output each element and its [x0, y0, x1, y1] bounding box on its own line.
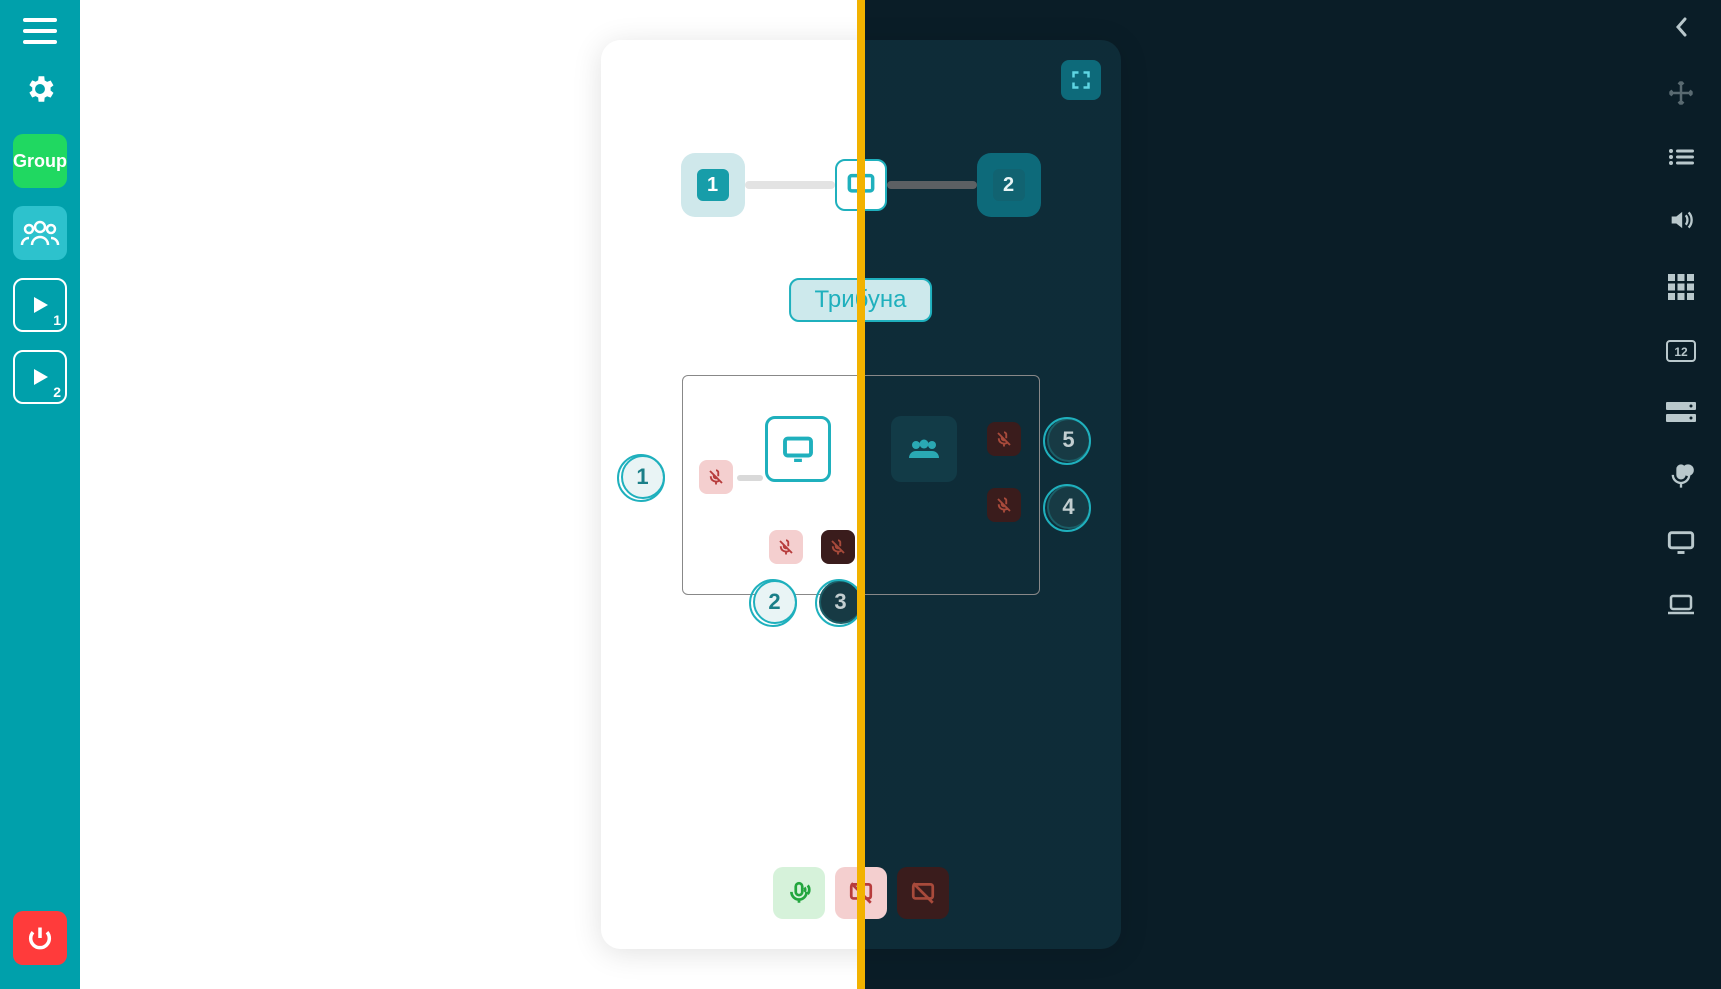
scene-1-sub: 1: [53, 312, 61, 328]
seat-2-mic-muted[interactable]: [769, 530, 803, 564]
main-stage-area: 1 2 Трибуна: [80, 0, 1641, 989]
seat-1-mic-muted[interactable]: [699, 460, 733, 494]
scene-2-sub: 2: [53, 384, 61, 400]
settings-button[interactable]: [13, 62, 67, 116]
device-rack-icon: [1666, 402, 1696, 422]
scene-1-button[interactable]: 1: [13, 278, 67, 332]
participants-button[interactable]: [13, 206, 67, 260]
play-icon: [30, 295, 50, 315]
mic-off-icon: [777, 538, 795, 556]
move-tool[interactable]: [1666, 78, 1696, 108]
connection-line: [887, 181, 977, 189]
laptop-icon: [1666, 594, 1696, 616]
connection-line: [745, 181, 835, 189]
seat-5-mic-muted[interactable]: [987, 422, 1021, 456]
monitor-tool[interactable]: [1666, 530, 1696, 554]
people-icon: [20, 218, 60, 248]
calendar12-icon: 12: [1666, 340, 1696, 362]
mic-off-icon: [995, 430, 1013, 448]
group-icon: [907, 438, 941, 460]
grid-tool[interactable]: [1666, 274, 1696, 300]
play-icon: [30, 367, 50, 387]
mic-info-tool[interactable]: i: [1666, 462, 1696, 490]
stage-group-button[interactable]: [891, 416, 957, 482]
seat-5[interactable]: 5: [1047, 418, 1091, 462]
grid-icon: [1668, 274, 1694, 300]
list-icon: [1668, 148, 1694, 166]
menu-toggle-button[interactable]: [13, 18, 67, 44]
display-2-button[interactable]: 2: [977, 153, 1041, 217]
scene-2-button[interactable]: 2: [13, 350, 67, 404]
seat-1[interactable]: 1: [621, 455, 665, 499]
volume-tool[interactable]: [1666, 206, 1696, 234]
mic-info-icon: i: [1667, 462, 1695, 490]
screen-off-icon: [910, 880, 936, 906]
seat-2[interactable]: 2: [753, 580, 797, 624]
group-button-label: Group: [13, 151, 67, 172]
collapse-right-button[interactable]: [1666, 16, 1696, 38]
display-2-number: 2: [993, 169, 1025, 201]
no-present-button-dark[interactable]: [897, 867, 949, 919]
chevron-left-icon: [1674, 16, 1688, 38]
move-icon: [1666, 78, 1696, 108]
mic-off-icon: [995, 496, 1013, 514]
fullscreen-button[interactable]: [1061, 60, 1101, 100]
monitor-icon: [1667, 530, 1695, 554]
device-tool[interactable]: [1666, 402, 1696, 422]
seat-4[interactable]: 4: [1047, 485, 1091, 529]
gear-icon: [23, 72, 57, 106]
left-sidebar: Group 1 2: [0, 0, 80, 989]
power-button[interactable]: [13, 911, 67, 965]
seat-4-mic-muted[interactable]: [987, 488, 1021, 522]
mic-on-all-button[interactable]: [773, 867, 825, 919]
counter-tool[interactable]: 12: [1666, 340, 1696, 362]
power-icon: [26, 924, 54, 952]
seat-3-mic-muted[interactable]: [821, 530, 855, 564]
svg-text:i: i: [1687, 467, 1689, 476]
display-1-number: 1: [697, 169, 729, 201]
mic-on-icon: [786, 880, 812, 906]
mic-off-icon: [707, 468, 725, 486]
theme-split-divider[interactable]: [857, 0, 865, 989]
right-tool-sidebar: 12 i: [1641, 0, 1721, 989]
speaker-icon: [1667, 206, 1695, 234]
display-1-button[interactable]: 1: [681, 153, 745, 217]
mic-off-icon: [829, 538, 847, 556]
list-tool[interactable]: [1666, 148, 1696, 166]
group-button[interactable]: Group: [13, 134, 67, 188]
laptop-tool[interactable]: [1666, 594, 1696, 616]
hamburger-icon: [23, 18, 57, 44]
stage-display-button[interactable]: [765, 416, 831, 482]
svg-text:12: 12: [1674, 345, 1688, 359]
monitor-icon: [782, 436, 814, 462]
expand-icon: [1071, 70, 1091, 90]
